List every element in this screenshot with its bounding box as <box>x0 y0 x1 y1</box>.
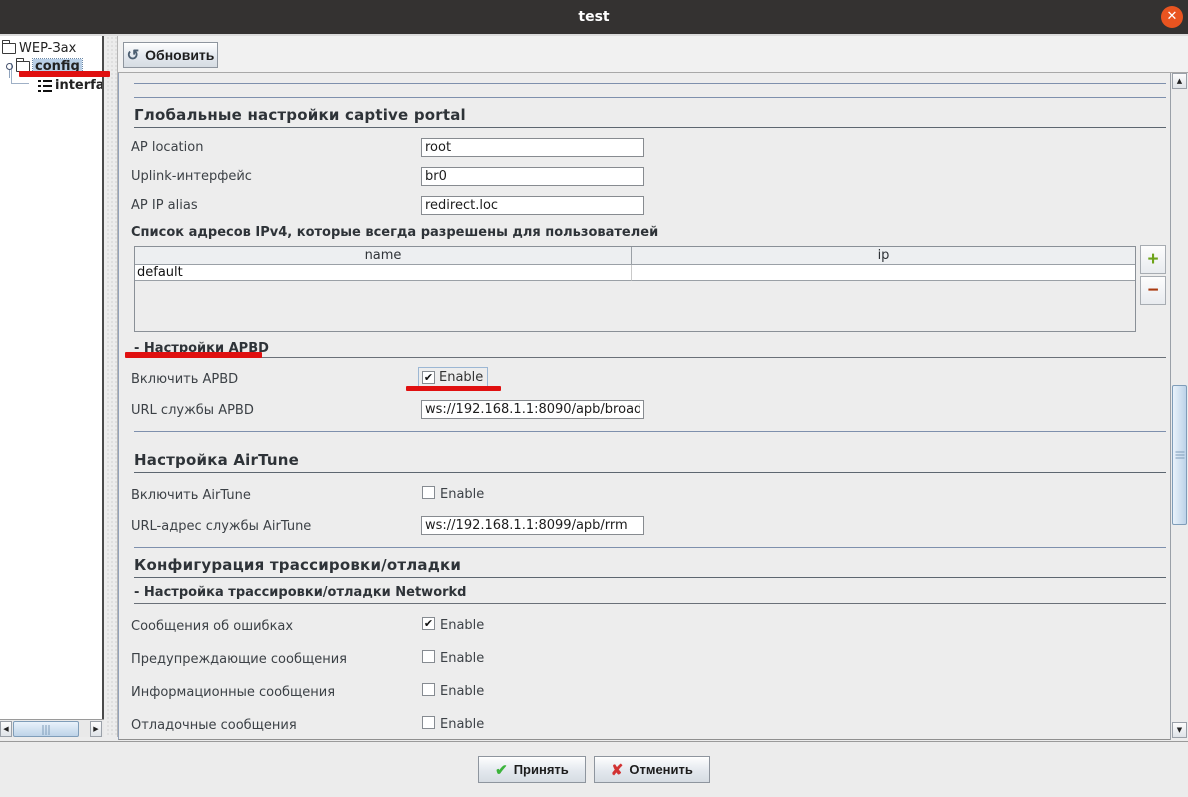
apbd-enable-checkbox-label[interactable]: Enable <box>439 370 483 385</box>
ip-allow-table: name ip default <box>134 246 1136 332</box>
form-vscrollbar-thumb[interactable] <box>1172 385 1187 525</box>
tree-connector <box>11 83 29 84</box>
airtune-url-input[interactable] <box>421 516 644 535</box>
airtune-enable-label: Включить AirTune <box>131 488 251 503</box>
section-title-debug: Конфигурация трассировки/отладки <box>134 556 461 574</box>
apbd-enable-label: Включить APBD <box>131 372 238 387</box>
cancel-button[interactable]: ✘ Отменить <box>594 756 710 783</box>
airtune-url-label: URL-адрес службы AirTune <box>131 519 311 534</box>
scroll-up-icon[interactable]: ▲ <box>1172 73 1187 89</box>
debug-row-label: Отладочные сообщения <box>131 718 297 733</box>
warning-messages-checkbox[interactable] <box>422 650 435 663</box>
debug-row-label: Информационные сообщения <box>131 685 335 700</box>
section-separator <box>134 83 1166 84</box>
debug-row-label: Предупреждающие сообщения <box>131 652 347 667</box>
accept-button[interactable]: ✔ Принять <box>478 756 586 783</box>
main-toolbar: ↺ Обновить <box>118 36 1188 73</box>
footer-bar: ✔ Принять ✘ Отменить <box>0 741 1188 797</box>
table-header-ip[interactable]: ip <box>632 247 1135 265</box>
scroll-left-icon[interactable]: ◀ <box>0 721 12 737</box>
annotation-underline-apbd-enable <box>406 386 501 391</box>
refresh-button-label: Обновить <box>145 47 214 63</box>
apbd-url-label: URL службы APBD <box>131 403 254 418</box>
refresh-button[interactable]: ↺ Обновить <box>123 42 218 68</box>
subsection-underline <box>134 357 1166 358</box>
subsection-underline <box>134 603 1166 604</box>
tree-hscrollbar-thumb[interactable] <box>13 721 79 737</box>
table-header-name[interactable]: name <box>135 247 632 265</box>
table-cell-name[interactable]: default <box>135 265 632 281</box>
scroll-down-icon[interactable]: ▼ <box>1172 722 1187 738</box>
ip-list-title: Список адресов IPv4, которые всегда разр… <box>131 225 658 240</box>
accept-button-label: Принять <box>514 762 569 777</box>
form-vscrollbar[interactable]: ▲ ▼ <box>1170 73 1188 740</box>
cancel-cross-icon: ✘ <box>611 761 624 779</box>
accept-check-icon: ✔ <box>495 761 508 779</box>
field-label-ap-ip-alias: AP IP alias <box>131 198 198 213</box>
ap-ip-alias-input[interactable] <box>421 196 644 215</box>
checkbox-label[interactable]: Enable <box>440 618 484 633</box>
panel-splitter[interactable] <box>106 36 118 737</box>
field-label-uplink: Uplink-интерфейс <box>131 169 252 184</box>
scroll-right-icon[interactable]: ▶ <box>90 721 102 737</box>
debug-row-label: Сообщения об ошибках <box>131 619 293 634</box>
tree-item-interfaces[interactable]: interfa <box>38 78 104 93</box>
scroll-thumb-grip <box>1175 452 1184 459</box>
checkbox-label[interactable]: Enable <box>440 684 484 699</box>
section-title-underline <box>134 127 1166 128</box>
minus-icon: − <box>1147 280 1158 301</box>
cancel-button-label: Отменить <box>629 762 693 777</box>
section-title-underline <box>134 577 1166 578</box>
apbd-enable-checkbox[interactable]: ✔ <box>422 371 435 384</box>
list-icon <box>38 80 52 92</box>
tree-panel: WEP-Зах config interfa <box>0 36 104 719</box>
tree-expand-handle-icon[interactable] <box>6 63 13 70</box>
error-messages-checkbox[interactable]: ✔ <box>422 617 435 630</box>
section-separator <box>134 97 1166 98</box>
close-icon[interactable]: ✕ <box>1161 6 1183 28</box>
airtune-enable-checkbox[interactable] <box>422 486 435 499</box>
checkbox-label[interactable]: Enable <box>440 651 484 666</box>
uplink-interface-input[interactable] <box>421 167 644 186</box>
tree-item-wep[interactable]: WEP-Зах <box>2 41 76 56</box>
apbd-url-input[interactable] <box>421 400 644 419</box>
remove-row-button[interactable]: − <box>1140 276 1166 305</box>
airtune-enable-checkbox-label[interactable]: Enable <box>440 487 484 502</box>
section-title-underline <box>134 472 1166 473</box>
subsection-title-networkd: - Настройка трассировки/отладки Networkd <box>134 585 467 600</box>
titlebar: test <box>0 0 1188 34</box>
tree-hscrollbar[interactable]: ◀ ▶ <box>0 719 104 737</box>
plus-icon: + <box>1147 249 1158 270</box>
table-cell-ip[interactable] <box>632 265 1135 281</box>
section-separator <box>134 431 1166 432</box>
ap-location-input[interactable] <box>421 138 644 157</box>
scroll-thumb-grip <box>43 725 50 735</box>
info-messages-checkbox[interactable] <box>422 683 435 696</box>
refresh-icon: ↺ <box>127 46 140 64</box>
form-scroll-area: Глобальные настройки captive portal AP l… <box>118 73 1170 740</box>
tree-item-label: WEP-Зах <box>19 41 76 56</box>
field-label-ap-location: AP location <box>131 140 203 155</box>
tree-item-label: interfa <box>55 78 104 93</box>
debug-messages-checkbox[interactable] <box>422 716 435 729</box>
folder-icon <box>2 43 16 54</box>
window-title: test <box>0 0 1188 34</box>
section-title-airtune: Настройка AirTune <box>134 451 299 469</box>
section-separator <box>134 547 1166 548</box>
section-title-captive: Глобальные настройки captive portal <box>134 106 466 124</box>
checkbox-label[interactable]: Enable <box>440 717 484 732</box>
add-row-button[interactable]: + <box>1140 245 1166 274</box>
annotation-underline-apbd-title <box>125 352 262 358</box>
annotation-underline-config <box>19 71 110 77</box>
apbd-enable-group: ✔ Enable <box>418 367 488 388</box>
